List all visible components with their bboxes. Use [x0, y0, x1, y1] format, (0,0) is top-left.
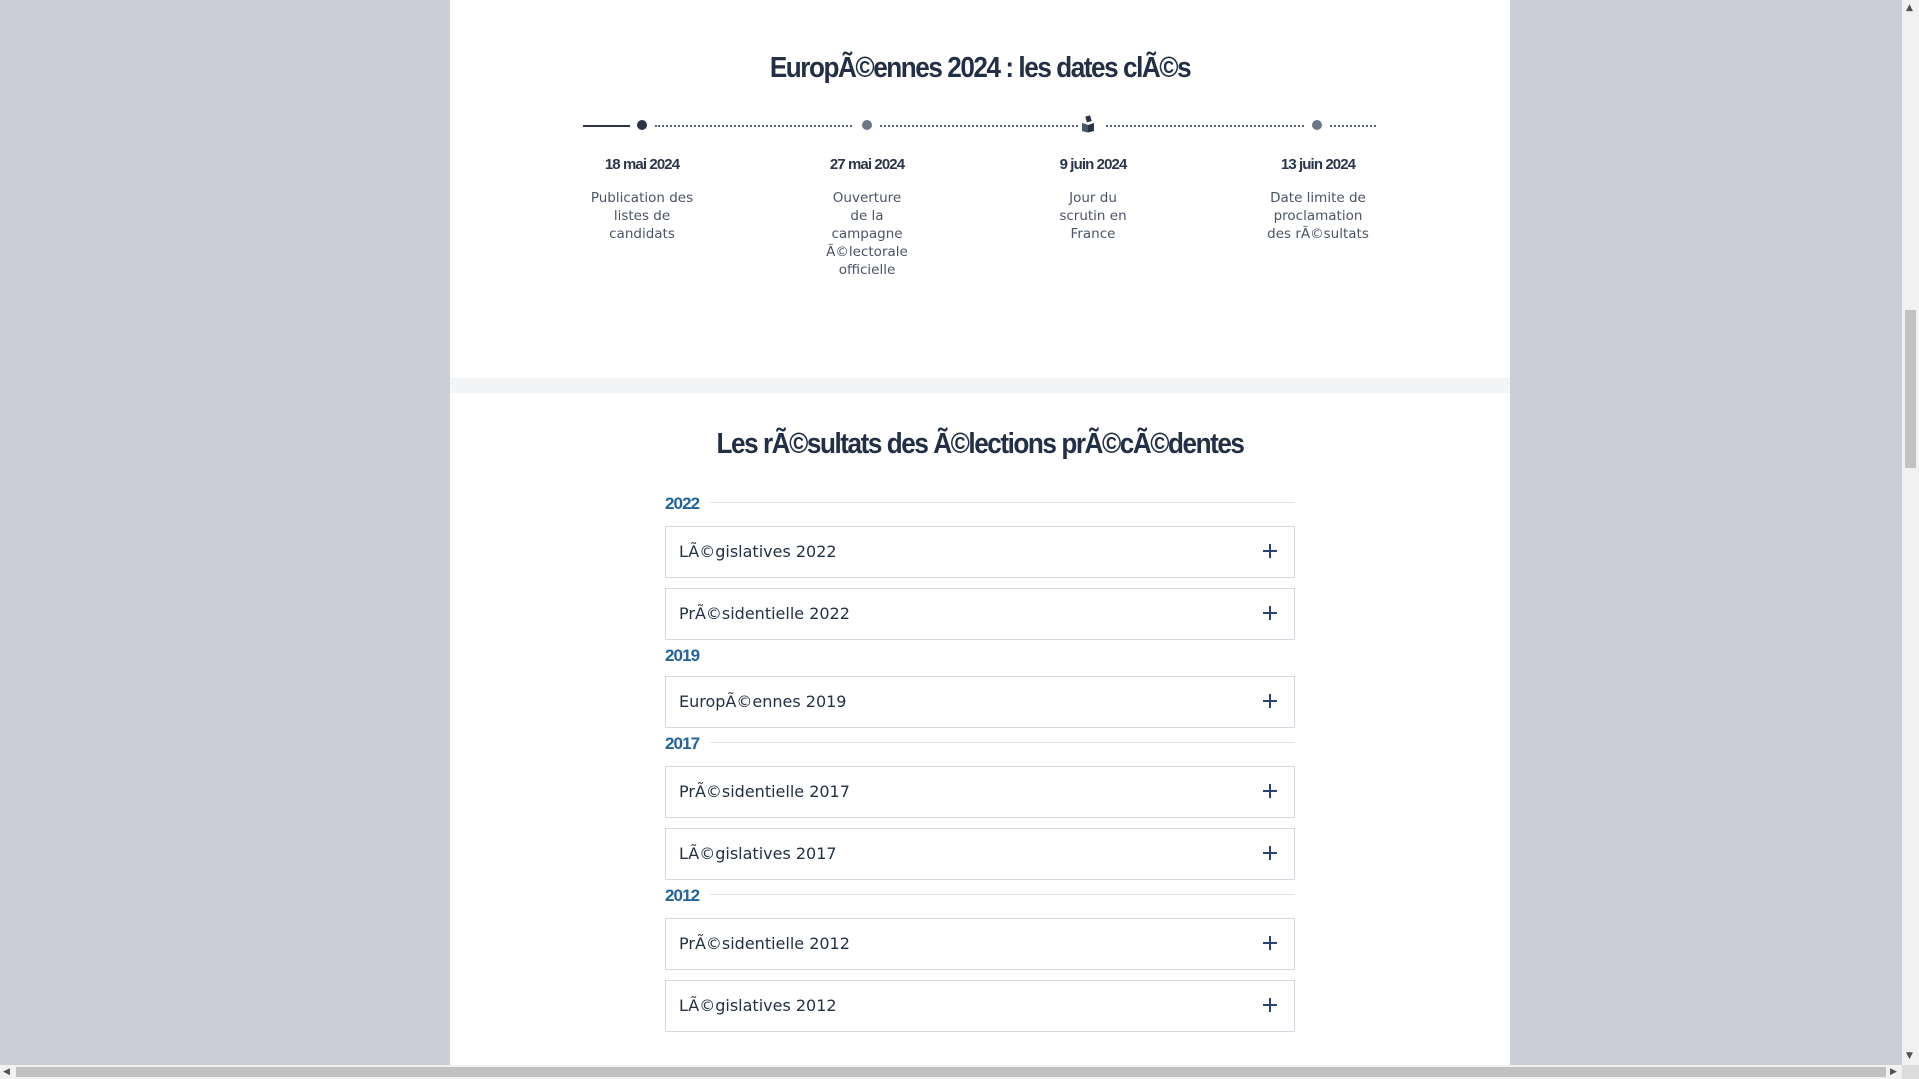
ballot-box-icon: [1082, 115, 1094, 133]
results-title: Les rÃ©sultats des Ã©lections prÃ©cÃ©den…: [716, 428, 1244, 460]
year-divider: [710, 894, 1295, 895]
plus-icon[interactable]: [1263, 846, 1277, 860]
scroll-up-arrow-icon[interactable]: ▲: [1906, 3, 1913, 13]
timeline-line-dotted: [655, 125, 852, 127]
event-description: Ouverture de la campagne Ã©lectorale off…: [826, 190, 908, 278]
vertical-scroll-thumb[interactable]: [1905, 310, 1916, 468]
accordion-title: PrÃ©sidentielle 2022: [679, 604, 850, 623]
event-date: 27 mai 2024: [829, 156, 905, 173]
timeline-event: 9 juin 2024 Jour du scrutin en France: [1018, 156, 1168, 243]
event-description: Jour du scrutin en France: [1059, 190, 1127, 242]
plus-icon[interactable]: [1263, 784, 1277, 798]
year-label: 2019: [665, 646, 700, 665]
scrollbar-corner: [1902, 1065, 1919, 1079]
accordion-item[interactable]: PrÃ©sidentielle 2017: [665, 766, 1295, 818]
timeline-line-dotted: [1330, 125, 1376, 127]
accordion-title: PrÃ©sidentielle 2012: [679, 934, 850, 953]
accordion-item[interactable]: LÃ©gislatives 2012: [665, 980, 1295, 1032]
results-list: 2022 LÃ©gislatives 2022 PrÃ©sidentielle …: [665, 490, 1295, 1042]
horizontal-scroll-thumb[interactable]: [16, 1067, 1886, 1077]
vertical-scrollbar[interactable]: ▲ ▼: [1902, 0, 1919, 1065]
scroll-right-arrow-icon[interactable]: ▶: [1890, 1067, 1897, 1077]
year-heading: 2012: [665, 882, 1295, 918]
plus-icon[interactable]: [1263, 998, 1277, 1012]
horizontal-scrollbar[interactable]: ◀ ▶: [0, 1065, 1902, 1079]
year-divider: [710, 502, 1295, 503]
event-date: 9 juin 2024: [1059, 156, 1128, 173]
timeline-dot-1: [637, 120, 647, 130]
accordion-title: LÃ©gislatives 2017: [679, 844, 837, 863]
content-column: EuropÃ©ennes 2024 : les dates clÃ©s 18 m…: [450, 0, 1510, 1065]
event-description: Publication des listes de candidats: [590, 190, 694, 242]
timeline-event: 18 mai 2024 Publication des listes de ca…: [567, 156, 717, 243]
accordion-title: PrÃ©sidentielle 2017: [679, 782, 850, 801]
year-heading: 2019: [665, 642, 1295, 676]
timeline-line-dotted: [880, 125, 1078, 127]
scroll-down-arrow-icon[interactable]: ▼: [1906, 1051, 1913, 1061]
timeline-line-dotted: [1106, 125, 1304, 127]
accordion-item[interactable]: PrÃ©sidentielle 2012: [665, 918, 1295, 970]
year-divider: [710, 742, 1295, 743]
plus-icon[interactable]: [1263, 936, 1277, 950]
event-description: Date limite de proclamation des rÃ©sulta…: [1267, 190, 1369, 242]
accordion-item[interactable]: PrÃ©sidentielle 2022: [665, 588, 1295, 640]
year-label: 2022: [665, 494, 700, 513]
scroll-left-arrow-icon[interactable]: ◀: [3, 1067, 10, 1077]
timeline-event: 13 juin 2024 Date limite de proclamation…: [1243, 156, 1393, 243]
year-heading: 2017: [665, 730, 1295, 766]
plus-icon[interactable]: [1263, 694, 1277, 708]
accordion-item[interactable]: LÃ©gislatives 2017: [665, 828, 1295, 880]
year-label: 2017: [665, 734, 700, 753]
accordion-item[interactable]: EuropÃ©ennes 2019: [665, 676, 1295, 728]
event-date: 13 juin 2024: [1280, 156, 1356, 173]
section-divider: [450, 378, 1510, 393]
timeline-line-solid: [583, 125, 630, 127]
year-label: 2012: [665, 886, 700, 905]
accordion-title: EuropÃ©ennes 2019: [679, 692, 847, 711]
timeline-event: 27 mai 2024 Ouverture de la campagne Ã©l…: [792, 156, 942, 279]
key-dates-timeline: [450, 110, 1510, 140]
accordion-title: LÃ©gislatives 2022: [679, 542, 837, 561]
timeline-dot-2: [862, 120, 872, 130]
event-date: 18 mai 2024: [604, 156, 680, 173]
timeline-dot-4: [1312, 120, 1322, 130]
accordion-item[interactable]: LÃ©gislatives 2022: [665, 526, 1295, 578]
plus-icon[interactable]: [1263, 606, 1277, 620]
year-heading: 2022: [665, 490, 1295, 526]
key-dates-title: EuropÃ©ennes 2024 : les dates clÃ©s: [769, 52, 1192, 84]
accordion-title: LÃ©gislatives 2012: [679, 996, 837, 1015]
plus-icon[interactable]: [1263, 544, 1277, 558]
